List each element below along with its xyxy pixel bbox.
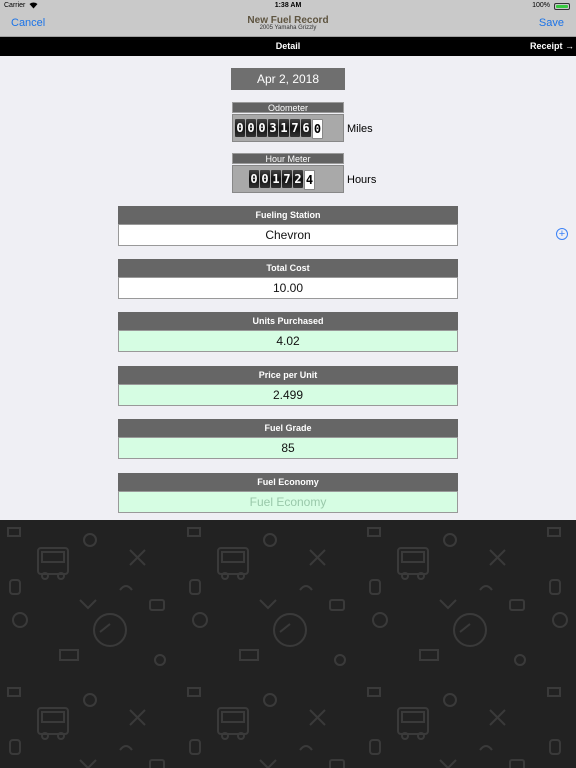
- plus-circle-icon[interactable]: +: [556, 228, 568, 240]
- odometer-label: Odometer: [232, 102, 344, 113]
- odometer-digit: 0: [235, 119, 245, 137]
- fueling-station-field[interactable]: Chevron: [118, 224, 458, 246]
- units-purchased-label: Units Purchased: [118, 312, 458, 330]
- hour-meter-digit: 7: [282, 170, 292, 188]
- odometer-unit: Miles: [347, 123, 373, 135]
- fuel-grade-field[interactable]: 85: [118, 437, 458, 459]
- odometer-display[interactable]: 0 0 0 3 1 7 6 0: [232, 114, 344, 142]
- price-per-unit-label: Price per Unit: [118, 366, 458, 384]
- fueling-station-label: Fueling Station: [118, 206, 458, 224]
- odometer-digit: 0: [312, 119, 323, 139]
- battery-percent: 100%: [532, 2, 550, 9]
- hour-meter-digit: 2: [293, 170, 303, 188]
- hour-meter-digit: 0: [260, 170, 270, 188]
- odometer-digit: 6: [301, 119, 311, 137]
- odometer-digit: 3: [268, 119, 278, 137]
- fuel-grade-label: Fuel Grade: [118, 419, 458, 437]
- background-pattern: [0, 520, 576, 768]
- navigation-bar: Cancel New Fuel Record 2005 Yamaha Grizz…: [0, 12, 576, 37]
- save-button[interactable]: Save: [539, 17, 564, 29]
- total-cost-field[interactable]: 10.00: [118, 277, 458, 299]
- vehicle-icons-pattern: [0, 520, 576, 768]
- hour-meter-digit: 4: [304, 170, 315, 190]
- hour-meter-unit: Hours: [347, 174, 377, 186]
- date-button[interactable]: Apr 2, 2018: [231, 68, 345, 90]
- hour-meter-digit: 1: [271, 170, 281, 188]
- odometer-digit: 0: [257, 119, 267, 137]
- fuel-economy-label: Fuel Economy: [118, 473, 458, 491]
- receipt-button[interactable]: Receipt →: [530, 41, 574, 51]
- battery-icon: [554, 3, 570, 10]
- odometer-digit: 0: [246, 119, 256, 137]
- price-per-unit-field[interactable]: 2.499: [118, 384, 458, 406]
- section-title: Detail: [275, 41, 301, 51]
- odometer-digit: 7: [290, 119, 300, 137]
- status-bar: Carrier 1:38 AM 100%: [0, 0, 576, 12]
- hour-meter-display[interactable]: 0 0 1 7 2 4: [232, 165, 344, 193]
- page-subtitle: 2005 Yamaha Grizzly: [259, 25, 317, 31]
- total-cost-label: Total Cost: [118, 259, 458, 277]
- fuel-economy-field[interactable]: Fuel Economy: [118, 491, 458, 513]
- detail-form: Apr 2, 2018 Odometer 0 0 0 3 1 7 6 0 Mil…: [0, 56, 576, 520]
- units-purchased-field[interactable]: 4.02: [118, 330, 458, 352]
- odometer-digit: 1: [279, 119, 289, 137]
- hour-meter-digit: 0: [249, 170, 259, 188]
- status-time: 1:38 AM: [274, 2, 302, 9]
- hour-meter-label: Hour Meter: [232, 153, 344, 164]
- section-header: Detail Receipt →: [0, 37, 576, 56]
